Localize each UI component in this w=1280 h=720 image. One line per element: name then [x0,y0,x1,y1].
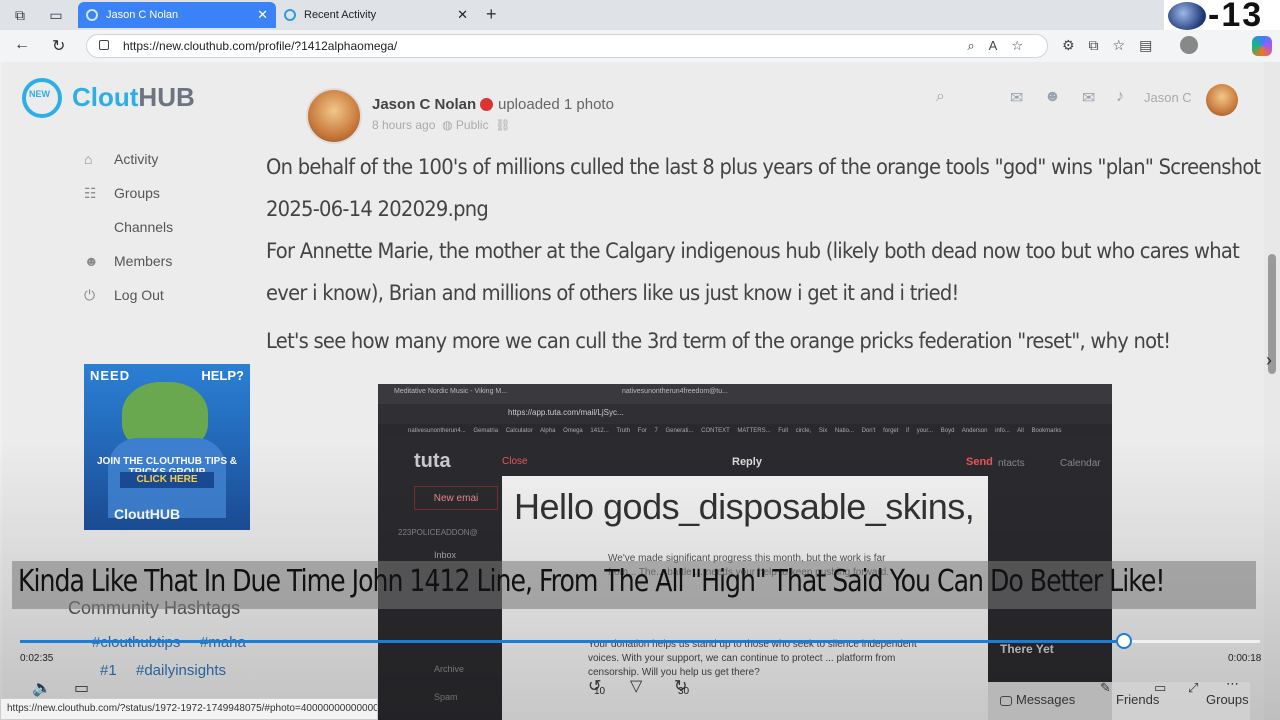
globe-icon: ◍ [442,118,453,132]
post-body: On behalf of the 100's of millions culle… [266,146,1261,362]
messages-icon [1000,695,1012,706]
time-remaining: 0:00:18 [1228,653,1262,664]
clouthub-page: NEW CloutHUB ⌂ Activity ☷ Groups Channel… [2,62,1264,720]
sidebar-item-activity[interactable]: ⌂ Activity [82,144,232,178]
chat-messages-button[interactable]: Messages [1000,692,1075,707]
members-icon: ☻ [84,253,99,269]
screen-icon[interactable]: ▭ [1154,680,1166,696]
globe-icon [1168,2,1206,30]
tab-jason-c-nolan[interactable]: Jason C Nolan ✕ [78,2,276,28]
video-progress-fill [20,640,1124,643]
captions-icon[interactable]: ▭ [74,678,89,698]
post-paragraph: Let's see how many more we can cull the … [266,329,1171,353]
search-icon[interactable]: ⌕ [936,88,954,106]
post-paragraph: On behalf of the 100's of millions culle… [266,155,1261,221]
url-input[interactable]: https://new.clouthub.com/profile/?1412al… [86,34,1048,58]
new-tab-icon[interactable]: + [486,4,497,25]
chat-friends-button[interactable]: Friends [1116,692,1159,707]
verified-badge-icon [480,97,494,111]
friends-icon[interactable]: ☻ [1044,88,1062,106]
workspaces-icon[interactable]: ⧉ [10,5,30,25]
tab-close-icon[interactable]: ✕ [457,2,468,28]
header-user-name[interactable]: Jason C [1144,90,1192,105]
messages-icon[interactable]: ✉ [1082,88,1100,107]
tab-close-icon[interactable]: ✕ [257,2,268,28]
post-meta: 8 hours ago ◍ Public ⛓ [372,118,511,132]
post-paragraph: For Annette Marie, the mother at the Cal… [266,239,1240,305]
link-icon[interactable]: ⛓ [495,118,510,132]
tab-actions-icon[interactable]: ▭ [46,5,66,25]
header-actions: ⌕ ✉ ☻ ✉ ♪ Jason C [932,84,1252,118]
clouthub-logo[interactable]: NEW CloutHUB [22,76,222,124]
hashtag-link[interactable]: #1 [100,662,117,679]
sidebar-item-log-out[interactable]: ⏻ Log Out [82,280,232,314]
tab-recent-activity[interactable]: Recent Activity ✕ [276,2,476,28]
sidebar-nav: ⌂ Activity ☷ Groups Channels ☻ Members ⏻… [82,144,232,314]
sidebar-item-members[interactable]: ☻ Members [82,246,232,280]
overlay-counter: -13 [1164,0,1280,34]
play-toggle-icon[interactable]: ▽ [630,676,642,696]
chat-bar: Messages ✎ Friends ▭ ⤢ ⋯ Groups [988,676,1250,720]
page-scrollbar[interactable] [1264,62,1280,720]
header-avatar[interactable] [1206,84,1238,116]
home-icon: ⌂ [84,151,93,167]
back-icon[interactable]: ← [14,36,30,54]
groups-icon: ☷ [84,185,97,201]
post-author-avatar[interactable] [306,88,362,144]
bell-icon[interactable]: ♪ [1116,88,1134,106]
edge-favicon-icon [284,9,296,21]
profile-icon[interactable] [1180,36,1198,54]
status-bar-url: https://new.clouthub.com/?status/1972-19… [0,698,378,720]
copilot-icon[interactable] [1252,36,1272,56]
video-caption: Kinda Like That In Due Time John 1412 Li… [18,564,1166,599]
post-author-name[interactable]: Jason C Nolan [372,96,497,113]
chat-groups-button[interactable]: Groups [1206,692,1249,707]
lock-icon [99,40,109,50]
power-icon: ⏻ [84,287,96,303]
expand-icon[interactable]: ⤢ [1188,680,1198,696]
sidebar-item-channels[interactable]: Channels [82,212,232,246]
pen-icon[interactable]: ✎ [1100,680,1111,696]
chevron-right-icon[interactable]: › [1266,350,1272,371]
time-current: 0:02:35 [20,653,54,664]
hashtag-link[interactable]: #dailyinsights [136,662,226,679]
refresh-icon[interactable]: ↻ [52,36,65,56]
url-actions[interactable]: ⌕A☆ [967,38,1037,54]
sidebar-item-groups[interactable]: ☷ Groups [82,178,232,212]
address-bar: ← ↻ https://new.clouthub.com/profile/?14… [0,30,1280,62]
post-action-text: uploaded 1 photo [498,96,614,113]
video-progress-bar[interactable] [20,633,1260,649]
more-icon[interactable]: ⋯ [1226,676,1239,692]
mail-icon[interactable]: ✉ [1010,88,1028,107]
tips-tricks-promo[interactable]: NEED HELP? JOIN THE CLOUTHUB TIPS & TRIC… [84,364,250,530]
volume-icon[interactable]: 🔈 [32,678,52,698]
edge-favicon-icon [86,9,98,21]
attached-screenshot[interactable]: Meditative Nordic Music - Viking M... na… [378,384,1112,720]
browser-toolbar-icons[interactable]: ⚙⧉☆▤ [1062,37,1166,54]
video-progress-knob[interactable] [1115,633,1132,649]
browser-tab-bar: ⧉ ▭ Jason C Nolan ✕ Recent Activity ✕ + … [0,0,1280,34]
